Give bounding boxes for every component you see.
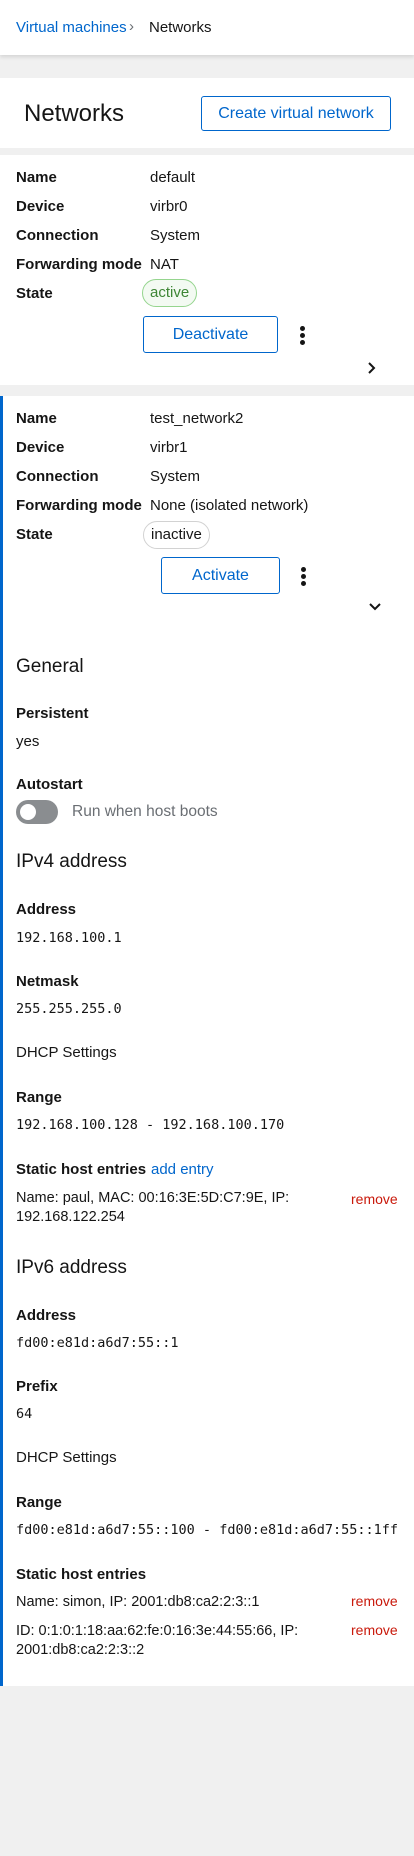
network-row-test-network2: Name test_network2 Device virbr1 Connect… bbox=[0, 396, 414, 1686]
kebab-menu-icon[interactable] bbox=[293, 565, 313, 589]
ipv4-range-value: 192.168.100.128 - 192.168.100.170 bbox=[16, 1117, 285, 1133]
network-name: default bbox=[150, 169, 196, 186]
network-name: test_network2 bbox=[150, 410, 244, 427]
network-connection: System bbox=[150, 468, 201, 485]
ipv6-static-entry: Name: simon, IP: 2001:db8:ca2:2:3::1 bbox=[16, 1594, 260, 1610]
ipv6-section-title: IPv6 address bbox=[16, 1257, 127, 1278]
chevron-right-icon[interactable] bbox=[364, 360, 380, 376]
network-row-default: Name default Device virbr0 Connection Sy… bbox=[0, 155, 414, 385]
connection-label: Connection bbox=[16, 227, 99, 244]
device-label: Device bbox=[16, 198, 65, 215]
add-entry-link[interactable]: add entry bbox=[151, 1161, 214, 1178]
chevron-down-icon[interactable] bbox=[367, 599, 383, 615]
ipv4-dhcp-settings-heading: DHCP Settings bbox=[16, 1044, 117, 1061]
page-header: Networks Create virtual network bbox=[0, 78, 414, 148]
netmask-label: Netmask bbox=[16, 973, 79, 990]
kebab-menu-icon[interactable] bbox=[292, 324, 312, 348]
network-device: virbr1 bbox=[150, 439, 188, 456]
breadcrumb-link-virtual-machines[interactable]: Virtual machines bbox=[16, 19, 127, 36]
persistent-value: yes bbox=[16, 733, 40, 750]
ipv4-static-entry: Name: paul, MAC: 00:16:3E:5D:C7:9E, IP: … bbox=[16, 1190, 290, 1225]
forwarding-mode-label: Forwarding mode bbox=[16, 256, 142, 273]
state-label: State bbox=[16, 526, 53, 543]
ipv4-section-title: IPv4 address bbox=[16, 851, 127, 872]
ipv6-dhcp-settings-heading: DHCP Settings bbox=[16, 1449, 117, 1466]
remove-entry-link[interactable]: remove bbox=[351, 1622, 398, 1638]
prefix-label: Prefix bbox=[16, 1378, 58, 1395]
autostart-toggle-label: Run when host boots bbox=[72, 803, 218, 820]
device-label: Device bbox=[16, 439, 65, 456]
page-title: Networks bbox=[24, 100, 125, 127]
network-forwarding-mode: None (isolated network) bbox=[150, 497, 309, 514]
status-badge-active: active bbox=[142, 279, 198, 307]
chevron-right-icon: › bbox=[129, 18, 134, 35]
ipv4-address-value: 192.168.100.1 bbox=[16, 930, 122, 946]
state-label: State bbox=[16, 285, 53, 302]
remove-entry-link[interactable]: remove bbox=[351, 1191, 398, 1207]
deactivate-button[interactable]: Deactivate bbox=[143, 316, 278, 353]
forwarding-mode-label: Forwarding mode bbox=[16, 497, 142, 514]
breadcrumb: Virtual machines › Networks bbox=[0, 0, 414, 55]
remove-entry-link[interactable]: remove bbox=[351, 1593, 398, 1609]
persistent-label: Persistent bbox=[16, 705, 89, 722]
activate-button[interactable]: Activate bbox=[161, 557, 280, 594]
connection-label: Connection bbox=[16, 468, 99, 485]
ipv6-range-label: Range bbox=[16, 1494, 62, 1511]
ipv4-address-label: Address bbox=[16, 901, 77, 918]
network-device: virbr0 bbox=[150, 198, 188, 215]
ipv6-address-label: Address bbox=[16, 1307, 77, 1324]
status-badge-inactive: inactive bbox=[143, 521, 210, 549]
breadcrumb-current: Networks bbox=[149, 19, 212, 36]
ipv6-address-value: fd00:e81d:a6d7:55::1 bbox=[16, 1335, 179, 1351]
ipv6-static-host-entries-label: Static host entries bbox=[16, 1566, 147, 1583]
create-virtual-network-button[interactable]: Create virtual network bbox=[201, 96, 391, 131]
autostart-toggle[interactable] bbox=[16, 800, 58, 824]
ipv4-range-label: Range bbox=[16, 1089, 62, 1106]
netmask-value: 255.255.255.0 bbox=[16, 1001, 122, 1017]
ipv6-static-entry: ID: 0:1:0:1:18:aa:62:fe:0:16:3e:44:55:66… bbox=[16, 1623, 299, 1658]
general-section-title: General bbox=[16, 656, 84, 677]
ipv6-range-value: fd00:e81d:a6d7:55::100 - fd00:e81d:a6d7:… bbox=[16, 1522, 399, 1538]
autostart-label: Autostart bbox=[16, 776, 83, 793]
network-forwarding-mode: NAT bbox=[150, 256, 179, 273]
name-label: Name bbox=[16, 169, 57, 186]
prefix-value: 64 bbox=[16, 1406, 33, 1422]
network-connection: System bbox=[150, 227, 201, 244]
ipv4-static-host-entries-label: Static host entries bbox=[16, 1161, 147, 1178]
name-label: Name bbox=[16, 410, 57, 427]
